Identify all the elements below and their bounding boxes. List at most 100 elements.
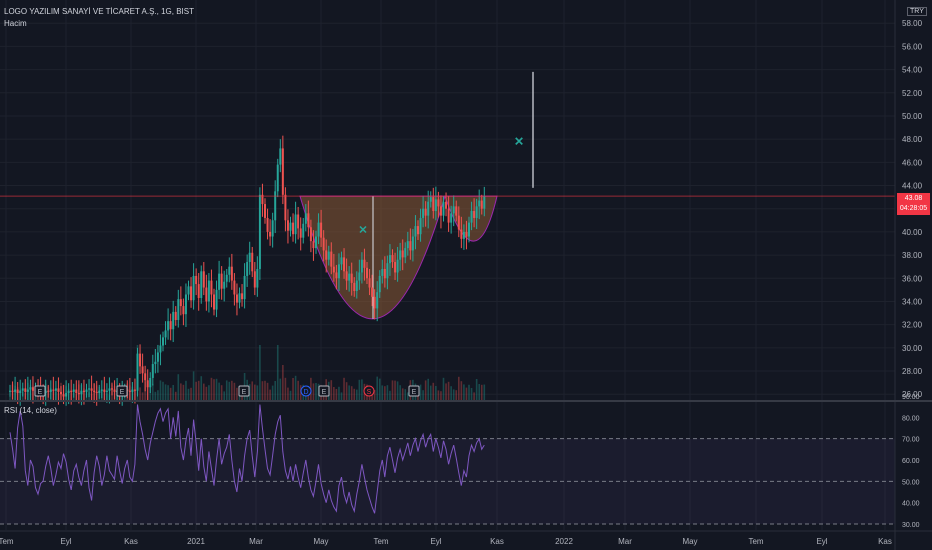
volume-bar [236,387,238,400]
candle-body [315,236,317,249]
x-tick-label: 2022 [555,537,573,546]
candle-body [363,259,366,268]
chart-canvas[interactable]: ✕✕E E E D E S E 26.0028.0030.0032.0034.0036.00… [0,0,932,550]
candle-body [376,292,379,309]
rsi-title: RSI (14, close) [4,406,57,415]
volume-bar [427,378,429,400]
candle-body [195,275,198,285]
candle-body [470,211,473,223]
x-tick-label: Kas [124,537,138,546]
candle-body [411,236,414,251]
candle-body [187,286,190,295]
rsi-tick-label: 60.00 [902,458,920,465]
rsi-tick-label: 70.00 [902,437,920,444]
x-tick-label: Tem [0,537,14,546]
volume-bar [213,379,215,400]
candle-body [62,394,65,397]
candle-body [353,282,356,292]
candle-body [9,390,11,392]
candle-body [197,284,200,298]
volume-bar [437,390,440,400]
volume-bar [340,392,343,400]
volume-bar [205,386,208,400]
y-tick-label: 56.00 [902,42,923,51]
candle-body [133,389,136,391]
candle-body [335,272,338,279]
candle-body [455,206,458,216]
candle-body [14,389,17,392]
volume-bar [297,380,299,400]
event-marker-label: E [38,389,43,396]
volume-bar [470,388,473,400]
candle-body [248,252,251,263]
candle-body [113,389,116,392]
x-tick-label: Eyl [60,537,71,546]
candle-body [483,196,486,209]
candle-body [396,259,399,273]
candle-body [345,271,348,281]
volume-bar [478,384,480,400]
candle-body [442,201,445,216]
volume-bar [192,371,195,400]
candle-body [72,389,75,392]
candle-body [52,389,55,391]
cup-marker-icon: ✕ [358,225,367,237]
volume-bar [185,380,187,400]
candle-body [156,352,159,362]
volume-bar [284,377,287,400]
candle-body [429,197,432,202]
volume-bar [210,377,213,400]
candle-body [422,208,425,218]
candle-body [439,206,442,216]
candle-body [177,299,180,320]
candle-body [297,214,300,229]
candle-body [184,294,187,315]
volume-bar [422,390,424,400]
candle-body [447,208,450,223]
candle-body [388,255,391,264]
volume-bar [429,385,432,400]
volume-bar [442,377,445,400]
candle-body [241,293,244,300]
volume-bar [350,386,353,400]
candle-body [381,268,384,276]
y-tick-label: 38.00 [902,251,923,260]
candle-body [238,293,241,303]
candle-body [164,330,167,338]
candle-body [417,226,419,235]
candle-body [19,390,22,394]
candle-body [85,389,88,392]
candle-body [286,220,289,231]
candle-body [289,222,292,231]
volume-bar [424,380,427,400]
volume-bar [396,381,399,400]
candle-body [462,231,465,239]
candle-body [320,222,323,238]
event-marker-label: S [367,389,372,396]
candle-body [54,388,57,391]
y-tick-label: 46.00 [902,158,923,167]
volume-bar [465,387,468,400]
volume-bar [455,390,458,400]
y-tick-label: 32.00 [902,321,923,330]
candle-body [251,252,254,272]
candle-body [230,266,233,281]
candle-body [294,214,297,235]
volume-bar [157,390,159,400]
volume-bar [261,381,264,400]
candle-body [29,387,32,390]
volume-bar [345,382,348,400]
volume-bar [378,378,381,400]
x-tick-label: 2021 [187,537,205,546]
candle-body [340,257,343,265]
volume-bar [274,381,276,400]
currency-badge[interactable]: TRY [907,7,927,16]
volume-bar [386,385,389,400]
candle-body [383,268,386,279]
volume-bar [335,389,338,400]
volume-bar [159,380,162,400]
candle-body [460,229,463,239]
candle-body [207,280,210,302]
volume-bar [399,385,401,400]
last-price-badge: 43.08 04:28:05 [897,193,930,215]
